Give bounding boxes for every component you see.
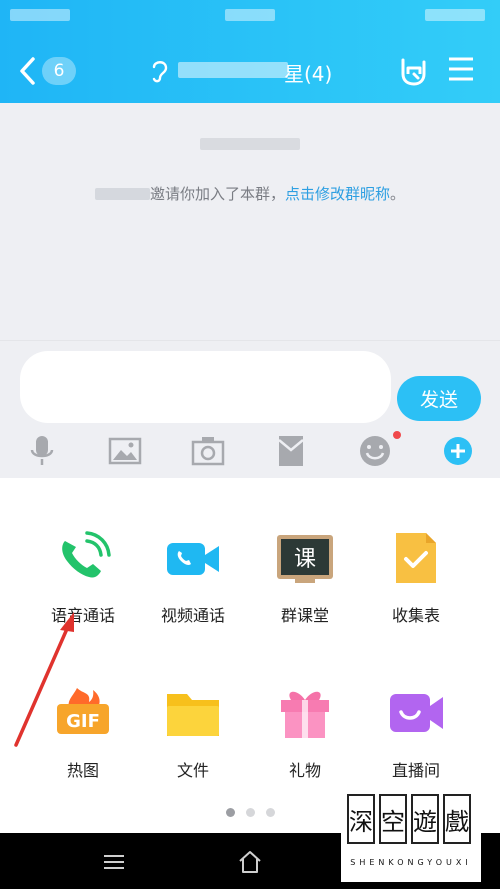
- camera-button[interactable]: [190, 433, 226, 469]
- red-packet-button[interactable]: [273, 433, 309, 469]
- status-bar-blur: [10, 9, 70, 21]
- status-bar-blur: [225, 9, 275, 21]
- app-label: 热图: [66, 761, 99, 780]
- emoji-notification-dot: [393, 431, 401, 439]
- watermark-char: 戲: [443, 794, 471, 844]
- image-button[interactable]: [107, 433, 143, 469]
- menu-icon[interactable]: [448, 56, 474, 82]
- input-bar: 发送: [0, 340, 500, 478]
- watermark-char: 遊: [411, 794, 439, 844]
- system-message-text: 邀请你加入了本群，: [149, 185, 285, 203]
- system-message: 邀请你加入了本群，点击修改群昵称。: [0, 183, 500, 204]
- gift-icon: [281, 691, 329, 738]
- more-button[interactable]: [440, 433, 476, 469]
- app-collection-form[interactable]: 收集表: [361, 528, 471, 626]
- watermark-char: 深: [347, 794, 375, 844]
- phone-call-icon: [62, 531, 111, 578]
- app-label: 文件: [176, 761, 209, 780]
- classroom-badge-text: 课: [294, 547, 316, 572]
- status-bar-blur: [425, 9, 485, 21]
- gif-badge-text: GIF: [66, 711, 100, 732]
- group-name-blur: [178, 62, 288, 78]
- app-label: 收集表: [391, 606, 440, 625]
- timestamp-blur: [200, 138, 300, 150]
- app-group-classroom[interactable]: 课 群课堂: [250, 528, 360, 626]
- form-icon: [396, 533, 436, 583]
- image-icon: [108, 437, 142, 465]
- emoji-icon: [360, 436, 390, 466]
- chat-area: 邀请你加入了本群，点击修改群昵称。: [0, 103, 500, 340]
- back-button[interactable]: 6: [18, 55, 78, 87]
- gif-icon: GIF: [57, 688, 109, 734]
- more-panel: 语音通话 视频通话 课 群课堂 收集表 GIF 热图 文件 礼物 直播间: [0, 478, 500, 833]
- app-label: 礼物: [288, 761, 321, 780]
- mic-icon: [30, 436, 54, 465]
- page-dot-active: [225, 808, 235, 817]
- unread-badge: 6: [42, 57, 76, 85]
- ear-icon: [152, 61, 168, 83]
- camera-icon: [191, 437, 225, 466]
- app-live-room[interactable]: 直播间: [361, 683, 471, 781]
- emoji-button[interactable]: [357, 433, 393, 469]
- app-label: 视频通话: [160, 606, 225, 625]
- app-label: 群课堂: [280, 606, 329, 625]
- plus-icon: [444, 437, 472, 465]
- group-title[interactable]: 星(4): [284, 58, 332, 87]
- home-icon[interactable]: [237, 849, 263, 875]
- system-message-end: 。: [390, 185, 406, 203]
- chat-header: 6 星(4): [0, 0, 500, 103]
- folder-icon: [167, 694, 219, 736]
- app-label: 语音通话: [50, 606, 115, 625]
- inviter-name-blur: [94, 188, 150, 200]
- red-packet-icon: [278, 436, 304, 466]
- classroom-icon: 课: [277, 535, 333, 583]
- app-gift[interactable]: 礼物: [250, 683, 360, 781]
- page-dot: [265, 808, 275, 817]
- live-icon: [390, 694, 443, 732]
- app-label: 直播间: [391, 761, 440, 780]
- app-file[interactable]: 文件: [138, 683, 248, 781]
- app-video-call[interactable]: 视频通话: [138, 528, 248, 626]
- video-call-icon: [167, 543, 219, 575]
- rock-hand-icon[interactable]: [396, 54, 430, 88]
- recent-apps-icon[interactable]: [101, 849, 127, 875]
- app-voice-call[interactable]: 语音通话: [28, 528, 138, 626]
- watermark-logo: 深 空 遊 戲 SHENKONGYOUXI: [341, 790, 481, 882]
- watermark-subtitle: SHENKONGYOUXI: [350, 858, 472, 867]
- watermark-char: 空: [379, 794, 407, 844]
- page-dot: [245, 808, 255, 817]
- message-input[interactable]: [20, 351, 391, 423]
- app-hot-gif[interactable]: GIF 热图: [28, 683, 138, 781]
- back-chevron-icon: [20, 57, 35, 85]
- voice-button[interactable]: [24, 433, 60, 469]
- edit-nickname-link[interactable]: 点击修改群昵称: [285, 185, 390, 203]
- send-button[interactable]: 发送: [397, 376, 481, 421]
